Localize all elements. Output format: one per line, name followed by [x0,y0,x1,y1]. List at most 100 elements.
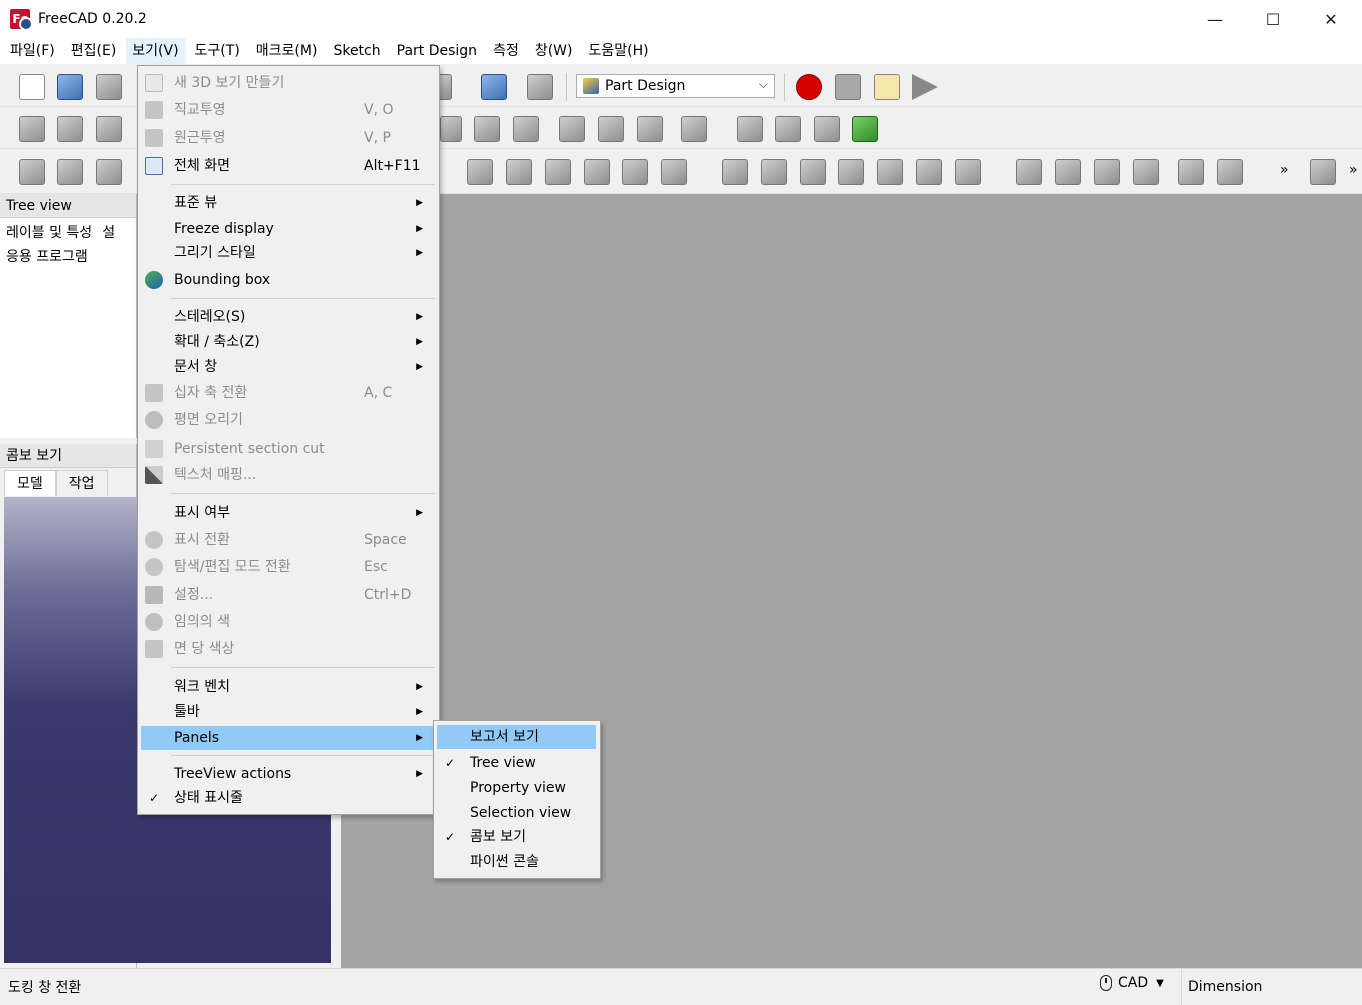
datum-plane-icon[interactable] [467,159,493,185]
part-icon[interactable] [737,116,763,142]
toolbar-overflow-icon[interactable]: » [1349,162,1358,178]
menu-item-perspective[interactable]: 원근투영 V, P [141,126,435,150]
draw-style-icon[interactable] [96,116,122,142]
groove-icon[interactable] [800,159,826,185]
menu-item-standard-views[interactable]: 표준 뷰 ▶ [141,191,435,215]
additive-primitive-icon[interactable] [661,159,687,185]
minimize-button[interactable]: — [1186,0,1244,38]
loft-icon[interactable] [622,159,648,185]
menu-item-toolbars[interactable]: 툴바 ▶ [141,700,435,724]
tab-model[interactable]: 모델 [4,470,56,496]
multi-transform-icon[interactable] [1133,159,1159,185]
sub-shape-binder-icon[interactable] [506,159,532,185]
submenu-item-selection-view[interactable]: Selection view [437,801,596,825]
save-icon[interactable] [96,74,122,100]
hole-icon[interactable] [761,159,787,185]
run-macro-icon[interactable] [912,74,938,100]
menu-measure[interactable]: 측정 [487,38,525,64]
inspect-icon[interactable] [1310,159,1336,185]
menu-file[interactable]: 파일(F) [4,38,61,64]
menu-item-zoom[interactable]: 확대 / 축소(Z) ▶ [141,330,435,354]
pad-icon[interactable] [545,159,571,185]
submenu-item-report-view[interactable]: 보고서 보기 [437,725,596,749]
menu-item-random-color[interactable]: 임의의 색 [141,610,435,634]
tree-column-labels[interactable]: 레이블 및 특성 [6,222,92,242]
shape-binder-icon[interactable] [57,159,83,185]
mirrored-icon[interactable] [1016,159,1042,185]
view-bottom-icon[interactable] [598,116,624,142]
menu-item-document-window[interactable]: 문서 창 ▶ [141,355,435,379]
menu-item-toggle-axis-cross[interactable]: 십자 축 전환 A, C [141,381,435,405]
pocket-icon[interactable] [722,159,748,185]
menu-item-new-3d-view[interactable]: 새 3D 보기 만들기 [141,71,435,95]
menu-item-stereo[interactable]: 스테레오(S) ▶ [141,305,435,329]
menu-item-clipping-plane[interactable]: 평면 오리기 [141,408,435,432]
link-actions-icon[interactable] [852,116,878,142]
create-body-icon[interactable] [19,159,45,185]
submenu-item-tree-view[interactable]: ✓ Tree view [437,751,596,775]
linear-pattern-icon[interactable] [1055,159,1081,185]
menu-help[interactable]: 도움말(H) [582,38,654,64]
menu-item-draw-style[interactable]: 그리기 스타일 ▶ [141,241,435,265]
stop-macro-icon[interactable] [835,74,861,100]
measure-icon[interactable] [681,116,707,142]
view-right-icon[interactable] [513,116,539,142]
menu-item-appearance[interactable]: 설정... Ctrl+D [141,583,435,607]
menu-sketch[interactable]: Sketch [327,38,386,64]
menu-part-design[interactable]: Part Design [391,38,483,64]
workbench-selector[interactable]: Part Design ⌵ [576,74,775,98]
toolbar-overflow-icon[interactable]: » [1280,162,1289,178]
fit-selection-icon[interactable] [57,116,83,142]
menu-tools[interactable]: 도구(T) [189,38,246,64]
menu-macro[interactable]: 매크로(M) [250,38,324,64]
units-indicator[interactable]: Dimension [1181,969,1262,1005]
close-button[interactable]: ✕ [1302,0,1360,38]
menu-item-persistent-section-cut[interactable]: Persistent section cut [141,437,435,461]
open-folder-icon[interactable] [57,74,83,100]
tree-column-description[interactable]: 설 [102,222,115,242]
link-icon[interactable] [814,116,840,142]
menu-edit[interactable]: 편집(E) [65,38,123,64]
edit-macro-icon[interactable] [874,74,900,100]
subtractive-helix-icon[interactable] [916,159,942,185]
menu-item-bounding-box[interactable]: Bounding box [141,268,435,292]
refresh-icon[interactable] [481,74,507,100]
tab-tasks[interactable]: 작업 [55,470,108,496]
menu-item-treeview-actions[interactable]: TreeView actions ▶ [141,762,435,786]
chamfer-icon[interactable] [1217,159,1243,185]
subtractive-loft-icon[interactable] [838,159,864,185]
revolution-icon[interactable] [584,159,610,185]
menu-item-color-per-face[interactable]: 면 당 색상 [141,637,435,661]
menu-item-status-bar[interactable]: ✓ 상태 표시줄 [141,786,435,810]
menu-item-texture-mapping[interactable]: 텍스처 매핑... [141,463,435,487]
import-icon[interactable] [96,159,122,185]
submenu-item-property-view[interactable]: Property view [437,776,596,800]
menu-item-fullscreen[interactable]: 전체 화면 Alt+F11 [141,154,435,178]
new-document-icon[interactable] [19,74,45,100]
menu-item-orthographic[interactable]: 직교투영 V, O [141,98,435,122]
subtractive-primitive-icon[interactable] [955,159,981,185]
fit-all-icon[interactable] [19,116,45,142]
menu-item-freeze-display[interactable]: Freeze display ▶ [141,217,435,241]
view-top-icon[interactable] [474,116,500,142]
view-front-icon[interactable] [440,116,462,142]
menu-item-panels[interactable]: Panels ▶ [141,726,435,750]
record-macro-icon[interactable] [796,74,822,100]
navigation-style-selector[interactable]: CAD ▼ [1100,975,1164,991]
whats-this-icon[interactable] [527,74,553,100]
maximize-button[interactable]: ☐ [1244,0,1302,38]
menu-window[interactable]: 창(W) [529,38,579,64]
submenu-item-combo-view[interactable]: ✓ 콤보 보기 [437,825,596,849]
menu-item-toggle-visibility[interactable]: 표시 전환 Space [141,528,435,552]
tree-application-node[interactable]: 응용 프로그램 [0,246,136,268]
subtractive-pipe-icon[interactable] [877,159,903,185]
menu-view[interactable]: 보기(V) [126,38,185,64]
polar-pattern-icon[interactable] [1094,159,1120,185]
menu-item-workbench[interactable]: 워크 벤치 ▶ [141,675,435,699]
submenu-item-python-console[interactable]: 파이썬 콘솔 [437,850,596,874]
menu-item-toggle-nav-edit[interactable]: 탐색/편집 모드 전환 Esc [141,555,435,579]
fillet-icon[interactable] [1178,159,1204,185]
menu-item-visibility[interactable]: 표시 여부 ▶ [141,501,435,525]
view-rear-icon[interactable] [559,116,585,142]
view-left-icon[interactable] [637,116,663,142]
